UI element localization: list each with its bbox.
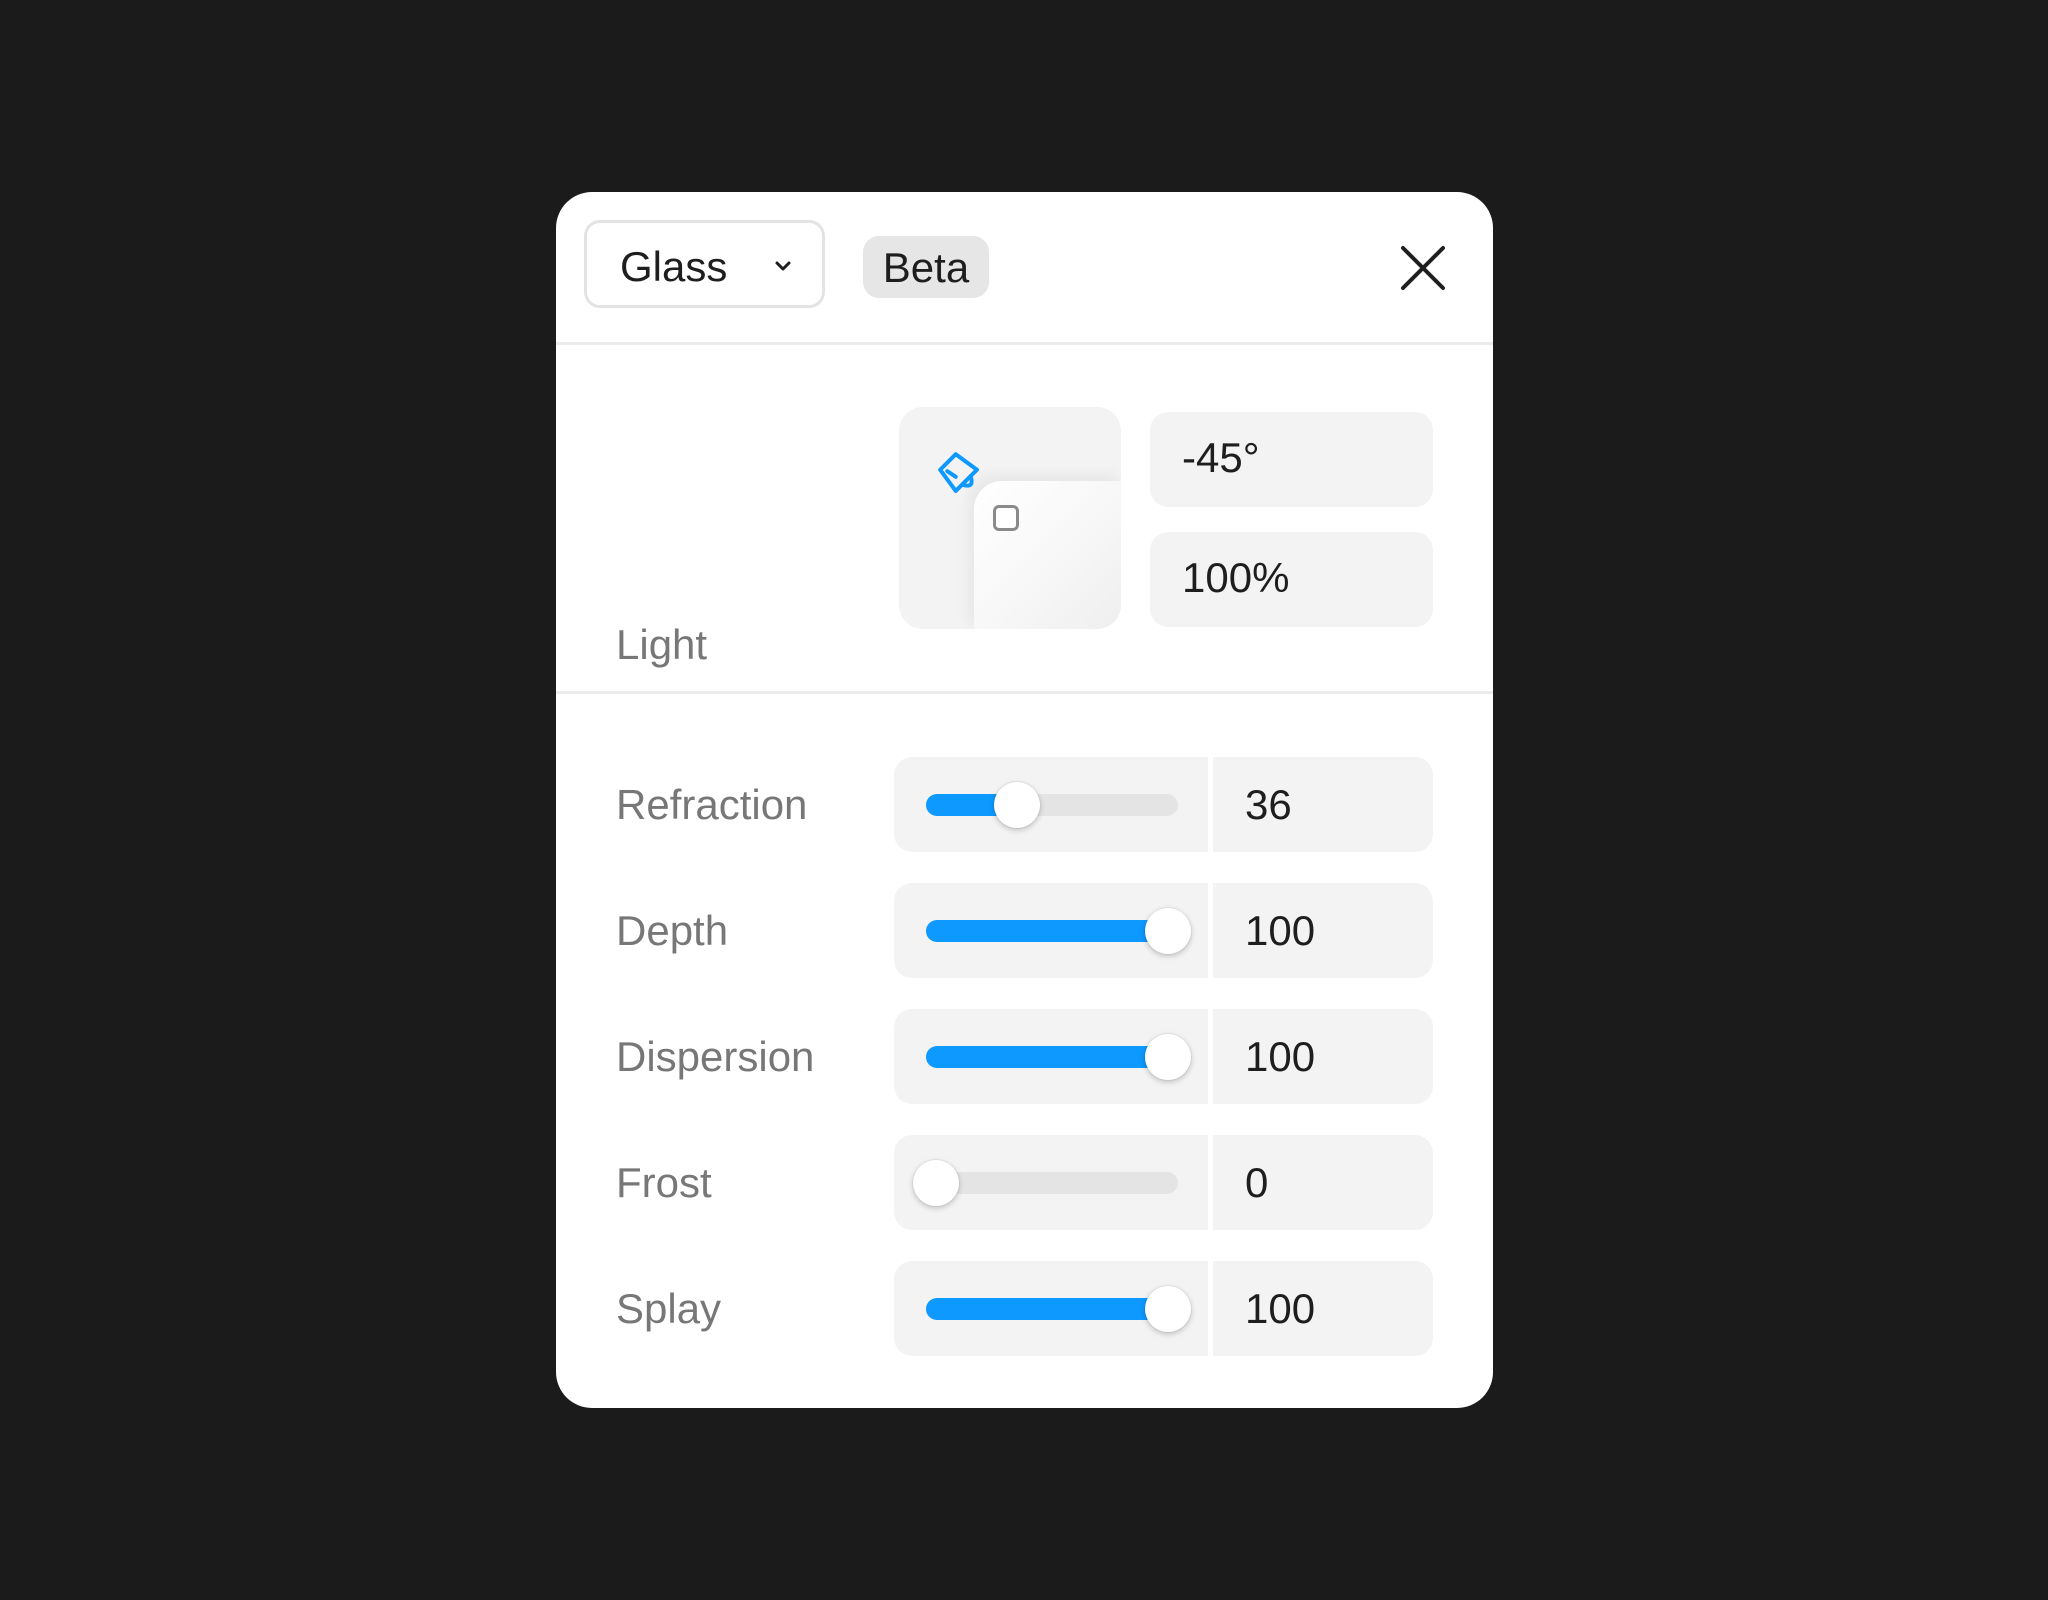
light-preview-glass <box>974 481 1121 629</box>
light-angle-field[interactable]: -45° <box>1150 412 1433 507</box>
beta-badge-label: Beta <box>882 244 970 291</box>
dispersion-value-field[interactable]: 100 <box>1213 1009 1433 1104</box>
beta-badge: Beta <box>863 236 989 298</box>
refraction-value: 36 <box>1245 781 1292 828</box>
slider-thumb[interactable] <box>1145 1286 1191 1332</box>
light-intensity-field[interactable]: 100% <box>1150 532 1433 627</box>
frost-slider[interactable] <box>894 1135 1208 1230</box>
frost-label: Frost <box>616 1159 712 1206</box>
slider-track[interactable] <box>913 1160 1178 1206</box>
depth-value-field[interactable]: 100 <box>1213 883 1433 978</box>
light-angle-value: -45° <box>1182 434 1260 481</box>
dispersion-row: Dispersion 100 <box>556 1009 1493 1104</box>
dispersion-value: 100 <box>1245 1033 1316 1080</box>
slider-track[interactable] <box>926 1286 1191 1332</box>
light-source-icon[interactable] <box>929 443 991 505</box>
light-direction-control[interactable] <box>899 407 1121 629</box>
frost-row: Frost 0 <box>556 1135 1493 1230</box>
splay-value: 100 <box>1245 1285 1316 1332</box>
refraction-value-field[interactable]: 36 <box>1213 757 1433 852</box>
slider-thumb[interactable] <box>1145 1034 1191 1080</box>
splay-label: Splay <box>616 1285 722 1332</box>
effect-type-label: Glass <box>620 243 728 290</box>
dispersion-slider[interactable] <box>894 1009 1208 1104</box>
glass-effect-panel: Glass Beta Light -45° 100% Refraction 36… <box>556 192 1493 1408</box>
panel-header: Glass Beta <box>556 192 1493 343</box>
slider-track[interactable] <box>926 1034 1191 1080</box>
splay-slider[interactable] <box>894 1261 1208 1356</box>
depth-slider[interactable] <box>894 883 1208 978</box>
refraction-label: Refraction <box>616 781 808 828</box>
light-preview-checkbox[interactable] <box>993 505 1019 531</box>
header-divider <box>556 342 1493 345</box>
section-divider <box>556 691 1493 694</box>
refraction-slider[interactable] <box>894 757 1208 852</box>
slider-track[interactable] <box>926 908 1191 954</box>
dispersion-label: Dispersion <box>616 1033 815 1080</box>
slider-fill <box>926 1298 1178 1320</box>
slider-thumb[interactable] <box>994 782 1040 828</box>
splay-row: Splay 100 <box>556 1261 1493 1356</box>
effect-type-dropdown[interactable]: Glass <box>584 220 825 308</box>
frost-value: 0 <box>1245 1159 1269 1206</box>
light-intensity-value: 100% <box>1182 554 1290 601</box>
frost-value-field[interactable]: 0 <box>1213 1135 1433 1230</box>
slider-thumb[interactable] <box>913 1160 959 1206</box>
slider-fill <box>926 1046 1178 1068</box>
close-icon[interactable] <box>1393 238 1453 298</box>
slider-track[interactable] <box>926 782 1178 828</box>
slider-thumb[interactable] <box>1145 908 1191 954</box>
light-label: Light <box>616 621 708 668</box>
refraction-row: Refraction 36 <box>556 757 1493 852</box>
depth-label: Depth <box>616 907 729 954</box>
depth-value: 100 <box>1245 907 1316 954</box>
splay-value-field[interactable]: 100 <box>1213 1261 1433 1356</box>
slider-fill <box>926 920 1178 942</box>
depth-row: Depth 100 <box>556 883 1493 978</box>
chevron-down-icon <box>775 261 791 271</box>
